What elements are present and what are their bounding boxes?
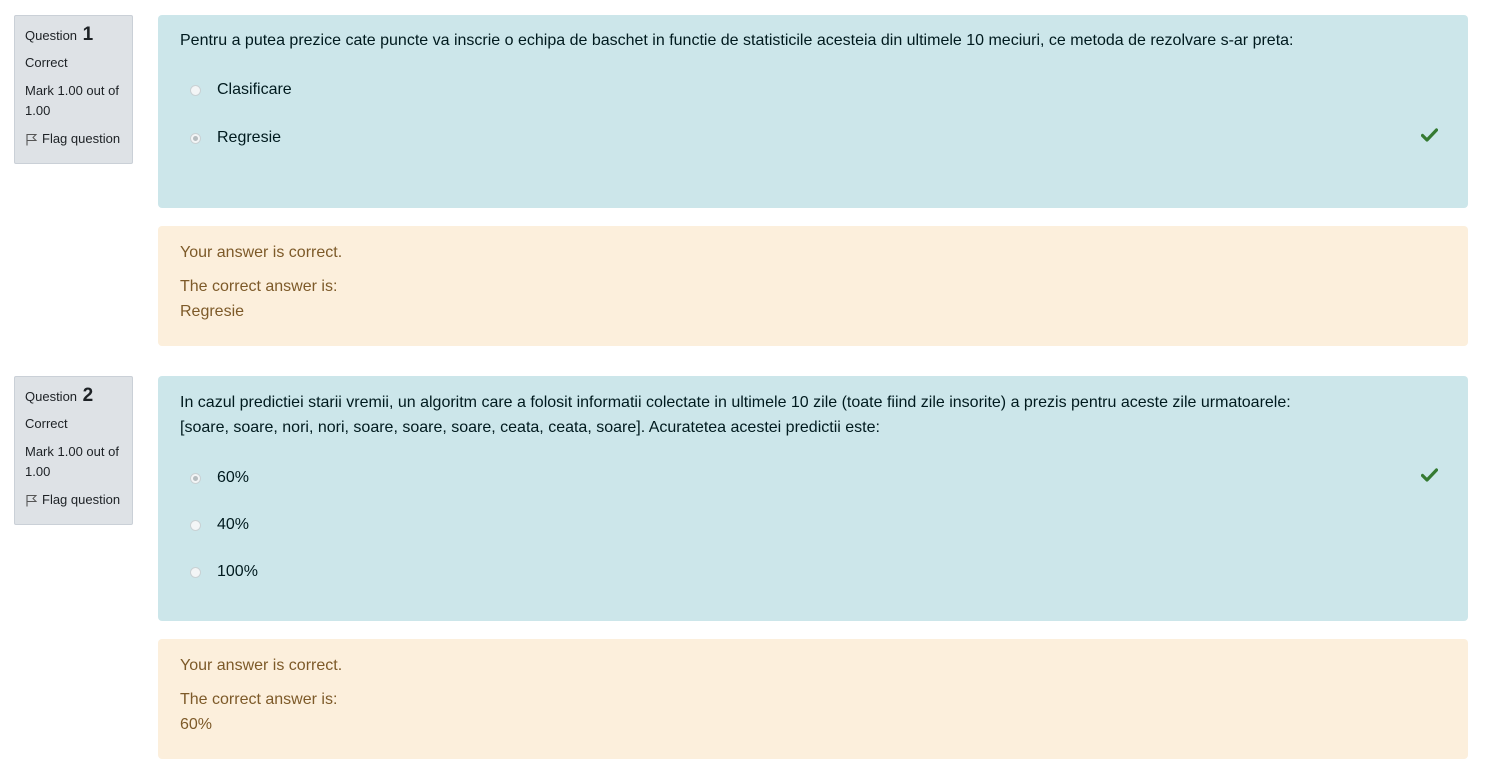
answer-option-60[interactable]: 60% bbox=[190, 469, 249, 487]
right-answer-label: The correct answer is: bbox=[180, 691, 338, 708]
question-grade: Mark 1.00 out of 1.00 bbox=[25, 444, 119, 479]
check-icon bbox=[1421, 128, 1438, 142]
flag-icon bbox=[26, 133, 38, 145]
question-text: In cazul predictiei starii vremii, un al… bbox=[180, 390, 1291, 440]
question-number-line: Question 1 bbox=[25, 25, 122, 46]
radio-button[interactable] bbox=[190, 519, 201, 531]
question-state: Correct bbox=[25, 416, 68, 431]
answer-label: 100% bbox=[217, 563, 258, 580]
radio-button-selected[interactable] bbox=[190, 472, 201, 484]
question-text-line-1: In cazul predictiei starii vremii, un al… bbox=[180, 394, 1291, 411]
right-answer-value: 60% bbox=[180, 716, 213, 733]
question-outcome-1: Your answer is correct. The correct answ… bbox=[158, 226, 1468, 346]
question-info-1: Question 1 Correct Mark 1.00 out of 1.00… bbox=[14, 15, 133, 164]
check-icon bbox=[1421, 468, 1438, 482]
question-formulation-2: In cazul predictiei starii vremii, un al… bbox=[158, 376, 1468, 621]
question-formulation-1: Pentru a putea prezice cate puncte va in… bbox=[158, 15, 1468, 208]
question-info-2: Question 2 Correct Mark 1.00 out of 1.00… bbox=[14, 376, 133, 525]
feedback-text: Your answer is correct. bbox=[180, 244, 343, 261]
radio-button[interactable] bbox=[190, 566, 201, 578]
radio-button-selected[interactable] bbox=[190, 132, 201, 144]
answer-option-40[interactable]: 40% bbox=[190, 516, 249, 534]
question-outcome-2: Your answer is correct. The correct answ… bbox=[158, 639, 1468, 759]
right-answer-value: Regresie bbox=[180, 303, 245, 320]
answer-label: 40% bbox=[217, 516, 250, 533]
question-number-line: Question 2 bbox=[25, 386, 122, 407]
feedback-text: Your answer is correct. bbox=[180, 657, 343, 674]
right-answer-label: The correct answer is: bbox=[180, 278, 338, 295]
question-text: Pentru a putea prezice cate puncte va in… bbox=[180, 32, 1294, 49]
radio-button[interactable] bbox=[190, 84, 201, 96]
question-word: Question bbox=[25, 389, 78, 404]
question-word: Question bbox=[25, 28, 78, 43]
answer-option-100[interactable]: 100% bbox=[190, 563, 258, 581]
flag-icon bbox=[26, 494, 38, 506]
answer-label: 60% bbox=[217, 469, 250, 486]
flag-question-label: Flag question bbox=[42, 492, 121, 507]
answer-label: Clasificare bbox=[217, 81, 292, 98]
flag-question-button[interactable]: Flag question bbox=[25, 491, 122, 509]
answer-option-clasificare[interactable]: Clasificare bbox=[190, 81, 292, 99]
answer-option-regresie[interactable]: Regresie bbox=[190, 129, 281, 147]
question-state: Correct bbox=[25, 55, 68, 70]
answer-label: Regresie bbox=[217, 129, 282, 146]
question-number: 2 bbox=[82, 385, 94, 406]
flag-question-label: Flag question bbox=[42, 131, 121, 146]
flag-question-button[interactable]: Flag question bbox=[25, 130, 122, 148]
question-grade: Mark 1.00 out of 1.00 bbox=[25, 83, 119, 118]
question-number: 1 bbox=[82, 24, 94, 45]
question-text-line-2: [soare, soare, nori, nori, soare, soare,… bbox=[180, 419, 880, 436]
